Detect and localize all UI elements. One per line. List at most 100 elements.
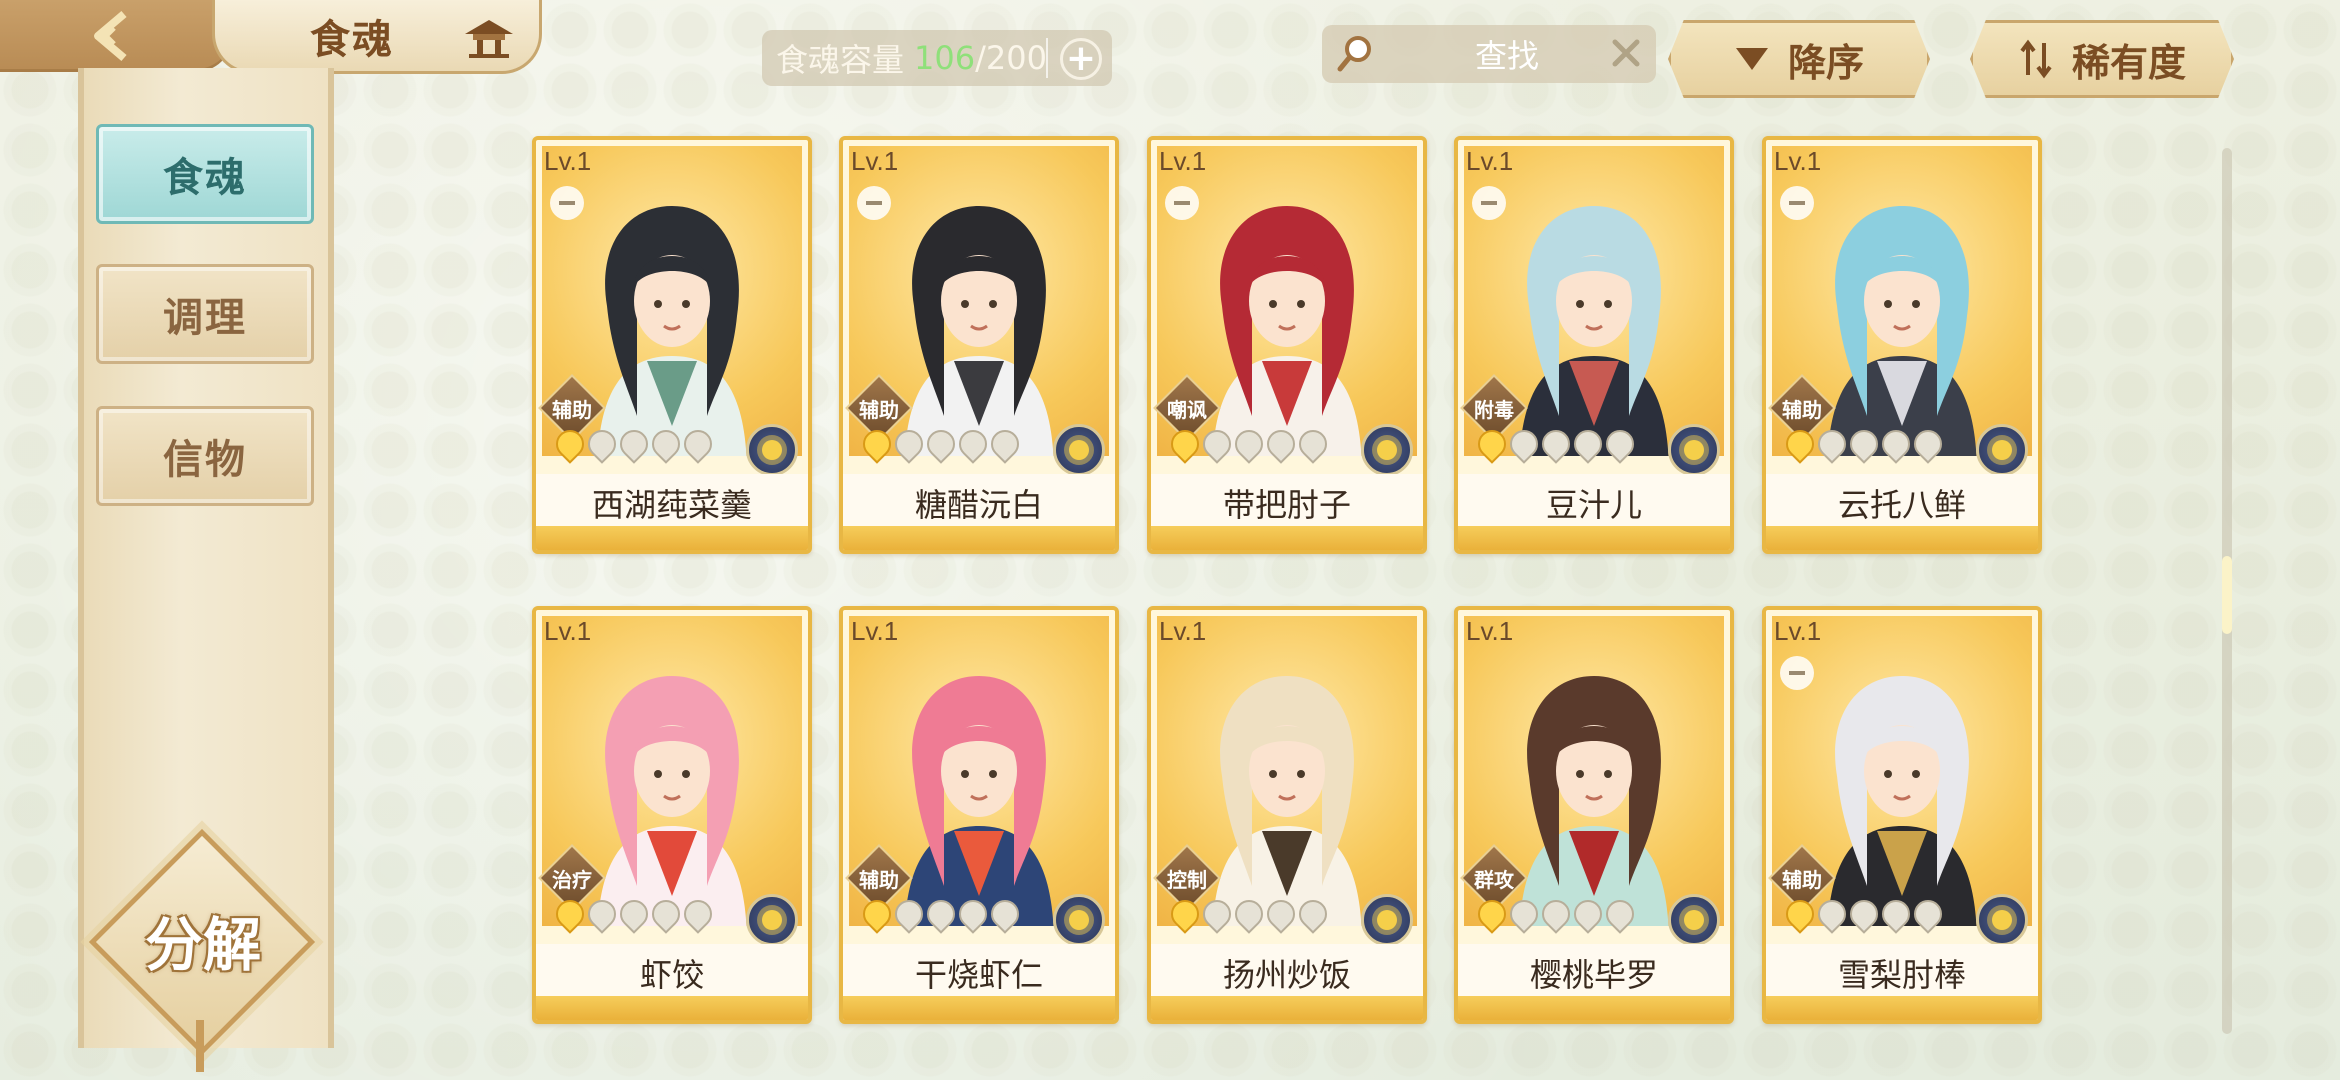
flame-star-empty-icon — [1812, 424, 1852, 464]
food-soul-card[interactable]: Lv.1 附毒 豆汁儿 — [1454, 136, 1734, 554]
card-name: 糖醋沅白 — [843, 474, 1115, 532]
card-bottom-bar — [1151, 996, 1423, 1020]
flame-star-empty-icon — [1568, 894, 1608, 934]
food-soul-card[interactable]: Lv.1 嘲讽 带把肘子 — [1147, 136, 1427, 554]
flame-star-empty-icon — [1844, 424, 1884, 464]
flame-star-empty-icon — [953, 894, 993, 934]
scrollbar-thumb[interactable] — [2222, 556, 2232, 634]
sidebar-item-label: 食魂 — [163, 155, 247, 201]
card-bottom-bar — [843, 996, 1115, 1020]
flame-star-empty-icon — [1504, 424, 1544, 464]
food-soul-card[interactable]: Lv.1 辅助 糖醋沅白 — [839, 136, 1119, 554]
scrollbar[interactable] — [2222, 148, 2232, 1034]
card-name: 云托八鲜 — [1766, 474, 2038, 532]
flame-star-empty-icon — [1600, 424, 1640, 464]
lock-toggle-icon[interactable] — [550, 186, 584, 220]
flame-star-empty-icon — [1908, 894, 1948, 934]
header-tab: 食魂 — [0, 0, 545, 74]
flame-star-filled-icon — [1472, 894, 1512, 934]
card-name: 扬州炒饭 — [1151, 944, 1423, 1002]
flame-star-empty-icon — [1293, 894, 1333, 934]
flame-star-filled-icon — [1472, 424, 1512, 464]
star-rating — [1472, 424, 1640, 464]
level-label: Lv.1 — [1774, 616, 1822, 646]
clear-search-icon[interactable] — [1610, 37, 1642, 69]
sort-order-button[interactable]: 降序 — [1668, 20, 1930, 98]
pavilion-home-icon[interactable] — [461, 16, 517, 60]
level-label: Lv.1 — [1466, 616, 1514, 646]
food-soul-card[interactable]: Lv.1 治疗 虾饺 — [532, 606, 812, 1024]
sort-order-label: 降序 — [1787, 40, 1864, 85]
star-rating — [1780, 894, 1948, 934]
star-rating — [550, 894, 718, 934]
add-capacity-button[interactable]: + — [1060, 38, 1102, 80]
food-soul-card[interactable]: Lv.1 辅助 西湖莼菜羹 — [532, 136, 812, 554]
triangle-down-icon — [1735, 48, 1768, 70]
star-rating — [857, 894, 1025, 934]
flame-star-filled-icon — [1780, 424, 1820, 464]
flame-star-empty-icon — [1261, 894, 1301, 934]
flame-star-empty-icon — [582, 424, 622, 464]
flame-star-filled-icon — [550, 894, 590, 934]
tassel-ornament — [196, 1020, 204, 1072]
sidebar-item-conditioning[interactable]: 调理 — [96, 264, 314, 364]
flame-star-empty-icon — [953, 424, 993, 464]
card-bottom-bar — [1458, 526, 1730, 550]
flower-element-icon — [1668, 424, 1720, 476]
back-arrow-icon — [94, 10, 127, 62]
card-bottom-bar — [536, 526, 808, 550]
search-bar[interactable]: 查找 — [1322, 25, 1656, 83]
flower-element-icon — [1976, 424, 2028, 476]
sort-rarity-label: 稀有度 — [2071, 40, 2186, 85]
food-soul-card[interactable]: Lv.1 控制 扬州炒饭 — [1147, 606, 1427, 1024]
flame-star-empty-icon — [1812, 894, 1852, 934]
flame-star-empty-icon — [1568, 424, 1608, 464]
card-name: 豆汁儿 — [1458, 474, 1730, 532]
flame-star-empty-icon — [889, 894, 929, 934]
card-name: 西湖莼菜羹 — [536, 474, 808, 532]
sidebar-item-tokens[interactable]: 信物 — [96, 406, 314, 506]
lock-toggle-icon[interactable] — [1780, 186, 1814, 220]
page-title: 食魂 — [310, 16, 394, 63]
lock-toggle-icon[interactable] — [857, 186, 891, 220]
lock-toggle-icon[interactable] — [1165, 186, 1199, 220]
card-name: 带把肘子 — [1151, 474, 1423, 532]
sort-rarity-button[interactable]: 稀有度 — [1970, 20, 2234, 98]
star-rating — [1780, 424, 1948, 464]
food-soul-card[interactable]: Lv.1 辅助 云托八鲜 — [1762, 136, 2042, 554]
flame-star-empty-icon — [614, 424, 654, 464]
card-bottom-bar — [1766, 996, 2038, 1020]
food-soul-card[interactable]: Lv.1 辅助 干烧虾仁 — [839, 606, 1119, 1024]
sidebar-item-food-souls[interactable]: 食魂 — [96, 124, 314, 224]
level-label: Lv.1 — [1159, 616, 1207, 646]
flame-star-empty-icon — [1229, 424, 1269, 464]
lock-toggle-icon[interactable] — [1472, 186, 1506, 220]
flame-star-filled-icon — [1780, 894, 1820, 934]
capacity-divider — [1046, 38, 1048, 78]
flame-star-empty-icon — [921, 424, 961, 464]
level-label: Lv.1 — [1159, 146, 1207, 176]
level-label: Lv.1 — [851, 146, 899, 176]
card-bottom-bar — [536, 996, 808, 1020]
food-soul-card[interactable]: Lv.1 群攻 樱桃毕罗 — [1454, 606, 1734, 1024]
flower-element-icon — [1976, 894, 2028, 946]
card-bottom-bar — [1766, 526, 2038, 550]
flame-star-filled-icon — [1165, 424, 1205, 464]
flame-star-empty-icon — [1876, 894, 1916, 934]
card-name: 雪梨肘棒 — [1766, 944, 2038, 1002]
flower-element-icon — [1361, 894, 1413, 946]
card-name: 虾饺 — [536, 944, 808, 1002]
card-bottom-bar — [1151, 526, 1423, 550]
flame-star-empty-icon — [985, 894, 1025, 934]
card-name: 干烧虾仁 — [843, 944, 1115, 1002]
level-label: Lv.1 — [544, 616, 592, 646]
star-rating — [857, 424, 1025, 464]
food-soul-card[interactable]: Lv.1 辅助 雪梨肘棒 — [1762, 606, 2042, 1024]
flower-element-icon — [1361, 424, 1413, 476]
flame-star-empty-icon — [1536, 424, 1576, 464]
decompose-label[interactable]: 分解 — [118, 900, 288, 980]
back-button[interactable] — [0, 0, 232, 72]
level-label: Lv.1 — [1466, 146, 1514, 176]
star-rating — [1165, 894, 1333, 934]
lock-toggle-icon[interactable] — [1780, 656, 1814, 690]
